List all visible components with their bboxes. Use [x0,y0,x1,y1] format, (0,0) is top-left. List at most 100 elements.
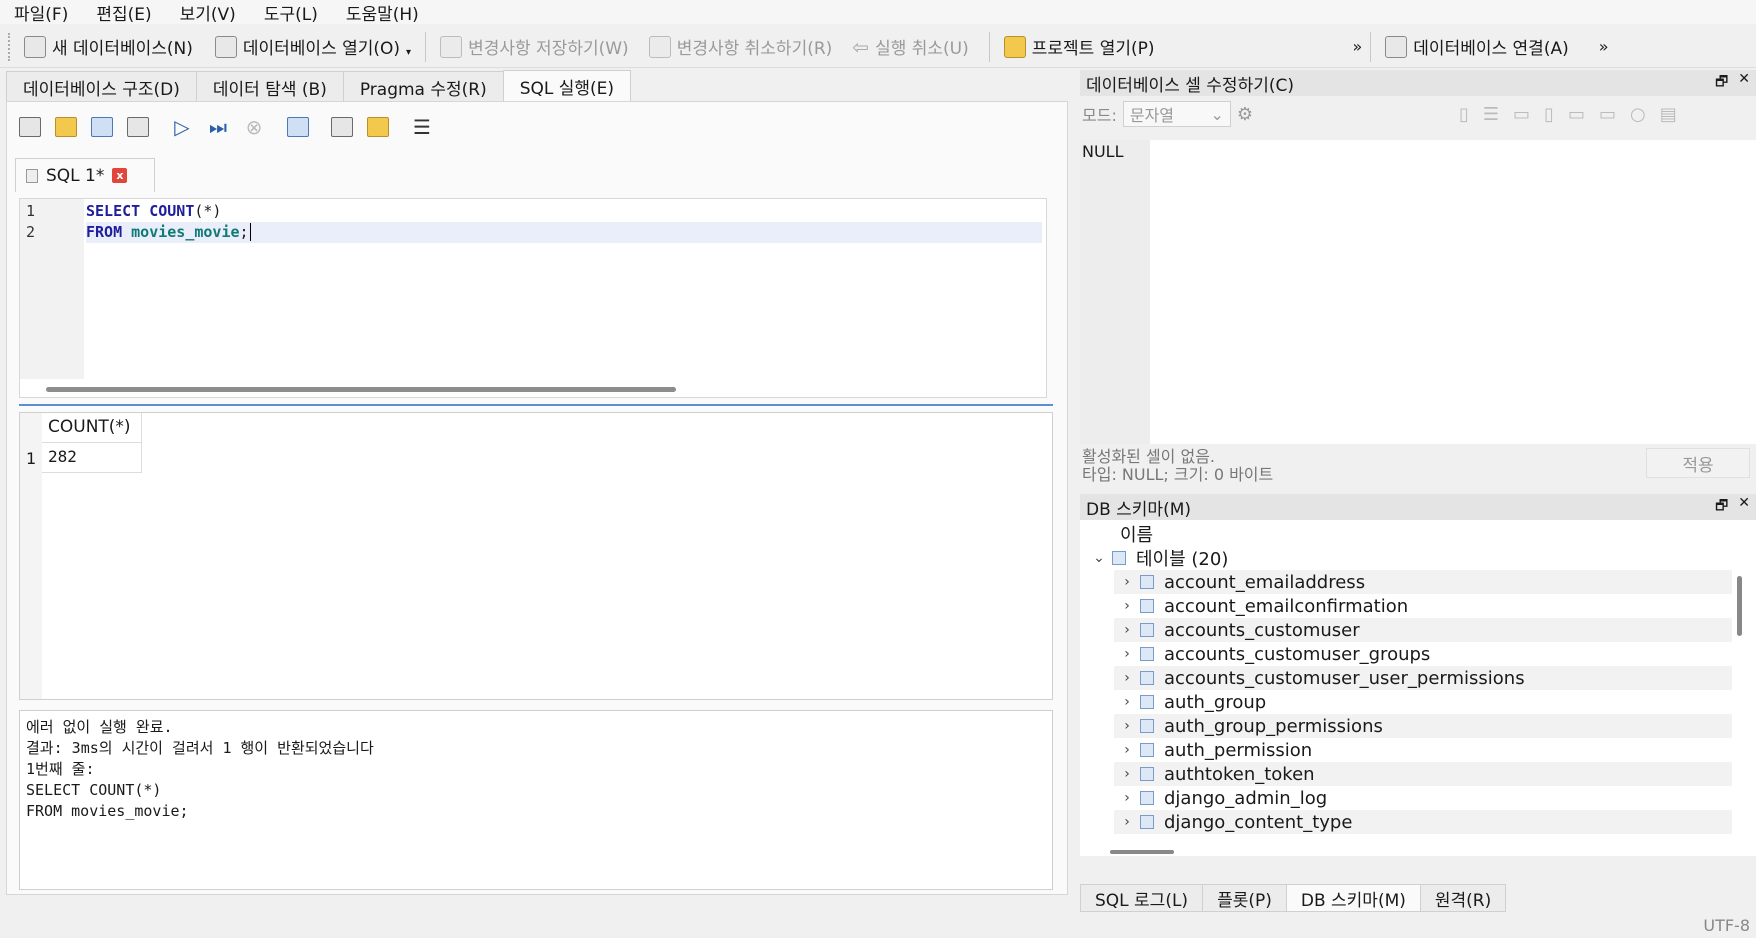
tab-sql-log[interactable]: SQL 로그(L) [1080,884,1204,912]
chevron-right-icon[interactable]: › [1114,670,1140,686]
tree-label: accounts_customuser [1164,619,1360,641]
revert-changes-button[interactable]: 변경사항 취소하기(R) [643,30,839,64]
sql-tab-label: SQL 1* [46,165,105,186]
splitter[interactable] [19,404,1053,406]
result-cell[interactable]: 282 [42,443,142,473]
tab-remote[interactable]: 원격(R) [1419,884,1507,912]
tree-item-table[interactable]: › auth_permission [1114,738,1732,762]
chevron-right-icon[interactable]: › [1114,766,1140,782]
toolbar-overflow-icon-2[interactable]: » [1599,37,1609,56]
float-pane-icon[interactable]: 🗗 [1715,495,1728,519]
link-icon[interactable]: ○ [1630,104,1646,125]
name-column-header[interactable]: 이름 [1120,522,1153,546]
float-pane-icon[interactable]: 🗗 [1715,71,1728,95]
execute-all-icon[interactable]: ▷ [169,114,195,140]
save-results-icon[interactable] [285,114,311,140]
find-icon[interactable] [329,114,355,140]
chevron-right-icon[interactable]: › [1114,574,1140,590]
tree-item-table[interactable]: › accounts_customuser [1114,618,1732,642]
main-toolbar: 새 데이터베이스(N) 데이터베이스 열기(O) ▾ 변경사항 저장하기(W) … [0,26,1756,68]
chevron-right-icon[interactable]: › [1114,814,1140,830]
close-tab-icon[interactable]: x [112,168,128,183]
save-sql-file-icon[interactable] [89,114,115,140]
tab-database-structure[interactable]: 데이터베이스 구조(D) [6,71,197,102]
tree-item-table[interactable]: › django_content_type [1114,810,1732,834]
tree-label: accounts_customuser_groups [1164,643,1431,665]
paste-icon[interactable]: ▭ [1568,104,1585,125]
tree-label: authtoken_token [1164,763,1315,785]
write-changes-button[interactable]: 변경사항 저장하기(W) [434,30,635,64]
sql-code[interactable]: SELECT COUNT(*) FROM movies_movie; [86,201,1042,243]
sql-keyword: FROM [86,223,123,241]
gear-icon[interactable]: ⚙ [1237,104,1253,125]
chevron-right-icon[interactable]: › [1114,622,1140,638]
export-icon[interactable]: ▭ [1513,104,1530,125]
toolbar-overflow-icon[interactable]: » [1353,37,1363,56]
toolbar-grip[interactable] [8,32,12,61]
tab-execute-sql[interactable]: SQL 실행(E) [502,70,632,102]
column-header[interactable]: COUNT(*) [42,413,142,443]
menu-edit[interactable]: 편집(E) [96,0,151,25]
sql-editor[interactable]: 1 2 SELECT COUNT(*) FROM movies_movie; [19,198,1047,398]
schema-title-bar: DB 스키마(M) 🗗 ✕ [1080,494,1756,520]
undo-button[interactable]: ⇦ 실행 취소(U) [846,30,974,64]
menu-view[interactable]: 보기(V) [180,0,236,25]
tree-item-table[interactable]: › account_emailaddress [1114,570,1732,594]
chevron-right-icon[interactable]: › [1114,790,1140,806]
tree-item-table[interactable]: › django_admin_log [1114,786,1732,810]
main-tabs: 데이터베이스 구조(D) 데이터 탐색 (B) Pragma 수정(R) SQL… [0,70,1070,102]
print-cell-icon[interactable]: ▤ [1660,104,1677,125]
print-icon[interactable] [125,114,151,140]
execution-message: 에러 없이 실행 완료. 결과: 3ms의 시간이 걸려서 1 행이 반환되었습니… [19,710,1053,890]
tree-item-tables[interactable]: ⌄ 테이블 (20) [1086,546,1228,570]
chevron-right-icon[interactable]: › [1114,742,1140,758]
menu-help[interactable]: 도움말(H) [346,0,419,25]
open-database-label: 데이터베이스 열기(O) [242,39,401,59]
indent-icon[interactable]: ☰ [1483,104,1499,125]
menu-file[interactable]: 파일(F) [14,0,68,25]
tree-item-table[interactable]: › account_emailconfirmation [1114,594,1732,618]
tree-item-table[interactable]: › auth_group [1114,690,1732,714]
find-replace-icon[interactable] [365,114,391,140]
mode-bar: 모드: 문자열 ⌄ ⚙ ▯ ☰ ▭ ▯ ▭ ▭ ○ ▤ [1080,96,1756,132]
tab-browse-data[interactable]: 데이터 탐색 (B) [195,71,344,102]
comment-icon[interactable]: ☰ [409,114,435,140]
tree-item-table[interactable]: › accounts_customuser_user_permissions [1114,666,1732,690]
tab-edit-pragmas[interactable]: Pragma 수정(R) [342,71,504,102]
chevron-right-icon[interactable]: › [1114,646,1140,662]
editor-horizontal-scrollbar[interactable] [46,387,676,392]
open-tab-icon[interactable] [17,114,43,140]
open-project-button[interactable]: 프로젝트 열기(P) [998,30,1161,64]
tree-item-table[interactable]: › auth_group_permissions [1114,714,1732,738]
copy-icon[interactable]: ▯ [1544,104,1554,125]
tab-plot[interactable]: 플롯(P) [1202,884,1287,912]
set-null-icon[interactable]: ▭ [1599,104,1616,125]
open-sql-file-icon[interactable] [53,114,79,140]
execute-line-icon[interactable]: ⏭ [205,114,231,140]
stop-execution-icon[interactable]: ⊗ [241,114,267,140]
row-number[interactable]: 1 [26,449,36,468]
chevron-down-icon[interactable]: ⌄ [1086,550,1112,566]
sql-editor-tab[interactable]: SQL 1* x [15,158,155,192]
tree-label: account_emailconfirmation [1164,595,1409,617]
dropdown-arrow-icon[interactable]: ▾ [406,47,411,58]
import-icon[interactable]: ▯ [1459,104,1469,125]
apply-button[interactable]: 적용 [1646,448,1750,478]
open-database-button[interactable]: 데이터베이스 열기(O) ▾ [209,30,417,64]
tree-item-table[interactable]: › accounts_customuser_groups [1114,642,1732,666]
close-pane-icon[interactable]: ✕ [1738,71,1750,95]
new-database-button[interactable]: 새 데이터베이스(N) [18,30,199,64]
tree-item-table[interactable]: › authtoken_token [1114,762,1732,786]
tab-db-schema[interactable]: DB 스키마(M) [1285,884,1421,912]
cell-editor-area[interactable]: NULL [1080,140,1756,444]
schema-vertical-scrollbar[interactable] [1737,576,1742,636]
close-pane-icon[interactable]: ✕ [1738,495,1750,519]
chevron-right-icon[interactable]: › [1114,718,1140,734]
mode-label: 모드: [1082,106,1117,125]
connect-database-button[interactable]: 데이터베이스 연결(A) [1379,30,1574,64]
chevron-right-icon[interactable]: › [1114,598,1140,614]
mode-select[interactable]: 문자열 ⌄ [1122,101,1231,127]
chevron-right-icon[interactable]: › [1114,694,1140,710]
schema-horizontal-scrollbar[interactable] [1110,850,1174,854]
menu-tools[interactable]: 도구(L) [264,0,318,25]
